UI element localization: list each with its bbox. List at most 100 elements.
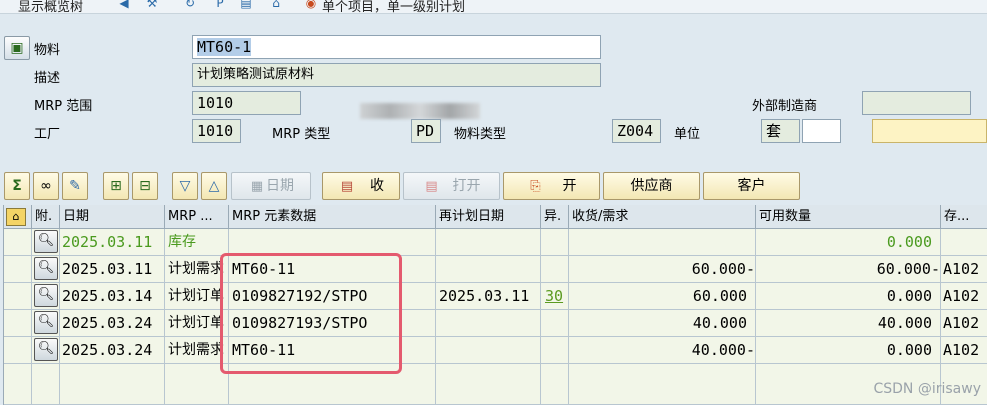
table-row[interactable]: 🔍︎ 2025.03.11 库存 0.000 <box>4 229 987 256</box>
tools-icon[interactable]: ⚒ <box>144 0 160 10</box>
row-available: 0.000 <box>756 283 941 310</box>
column-header-exception[interactable]: 异. <box>541 205 569 229</box>
mrp-area-field: 1010 <box>192 91 301 115</box>
show-overview-tree-button[interactable]: 显示概览树 <box>18 0 83 15</box>
column-header-storage[interactable]: 存... <box>941 205 987 229</box>
row-storage <box>941 229 987 256</box>
date-button[interactable]: ▦ 日期 <box>231 172 311 200</box>
collapse-hierarchy-button[interactable]: ⊟ <box>132 172 158 200</box>
refresh-icon[interactable]: ↻ <box>182 0 198 10</box>
pencil-icon: ✎ <box>69 178 81 194</box>
column-header-receipt-requirement[interactable]: 收货/需求 <box>569 205 756 229</box>
row-available: 40.000 <box>756 310 941 337</box>
planning-run-icon[interactable]: ◉ <box>303 0 319 10</box>
planning-icon[interactable]: P <box>212 0 228 10</box>
grid-header: ⌂ 附. 日期 MRP ... MRP 元素数据 再计划日期 异. 收货/需求 … <box>4 205 987 229</box>
row-reschedule-date <box>436 256 541 283</box>
home-icon[interactable]: ⌂ <box>268 0 284 10</box>
sum-button[interactable]: Σ <box>4 172 30 200</box>
row-available: 0.000 <box>756 337 941 364</box>
document-icon[interactable]: ▤ <box>238 0 254 10</box>
material-type-label: 物料类型 <box>454 127 507 142</box>
supplier-button[interactable]: 供应商 <box>603 172 700 200</box>
column-header-attachment[interactable]: 附. <box>32 205 60 229</box>
row-mrp-element: 计划需求 <box>165 256 229 283</box>
row-qty <box>569 229 756 256</box>
watermark: CSDN @irisawy <box>873 381 981 397</box>
calendar-icon: ▦ <box>250 179 264 194</box>
row-qty: 40.000- <box>569 337 756 364</box>
row-element-data <box>229 229 436 256</box>
filter-up-icon: △ <box>208 178 220 194</box>
row-date: 2025.03.24 <box>60 310 165 337</box>
unit-extra-field[interactable] <box>802 119 841 143</box>
plant-label: 工厂 <box>34 127 61 142</box>
material-header-toggle-button[interactable]: ▣ <box>4 36 30 60</box>
table-row[interactable]: 🔍︎ 2025.03.24 计划订单 0109827193/STPO 40.00… <box>4 310 987 337</box>
row-exception <box>541 229 569 256</box>
application-toolbar: 显示概览树 ◀ ⚒ ↻ P ▤ ⌂ ◉ 单个项目，单一级别计划 <box>0 0 987 15</box>
row-qty: 60.000- <box>569 256 756 283</box>
row-date: 2025.03.24 <box>60 337 165 364</box>
empty-row <box>4 364 987 405</box>
table-row[interactable]: 🔍︎ 2025.03.11 计划需求 MT60-11 60.000- 60.00… <box>4 256 987 283</box>
sigma-icon: Σ <box>12 178 22 194</box>
row-date: 2025.03.11 <box>60 256 165 283</box>
column-header-select[interactable]: ⌂ <box>4 205 32 229</box>
row-storage: A102 <box>941 337 987 364</box>
row-element-data: 0109827193/STPO <box>229 310 436 337</box>
column-header-mrp[interactable]: MRP ... <box>165 205 229 229</box>
open-button[interactable]: ▤ 打开 <box>403 172 500 200</box>
column-header-available-qty[interactable]: 可用数量 <box>756 205 941 229</box>
filter-up-button[interactable]: △ <box>201 172 227 200</box>
hierarchy-icon: ⊞ <box>110 178 122 194</box>
row-date: 2025.03.11 <box>60 229 165 256</box>
material-type-field: Z004 <box>612 119 661 143</box>
row-reschedule-date <box>436 337 541 364</box>
row-reschedule-date <box>436 229 541 256</box>
row-date: 2025.03.14 <box>60 283 165 310</box>
expand-hierarchy-button[interactable]: ⊞ <box>103 172 129 200</box>
row-storage: A102 <box>941 310 987 337</box>
row-element-data: MT60-11 <box>229 256 436 283</box>
material-label: 物料 <box>34 43 61 58</box>
row-storage: A102 <box>941 283 987 310</box>
row-available: 0.000 <box>756 229 941 256</box>
folder-icon: ▣ <box>10 40 24 56</box>
external-manufacturer-field <box>862 91 971 115</box>
column-header-reschedule-date[interactable]: 再计划日期 <box>436 205 541 229</box>
filter-down-button[interactable]: ▽ <box>172 172 198 200</box>
row-exception <box>541 337 569 364</box>
display-button[interactable]: ∞ <box>33 172 59 200</box>
row-mrp-element: 计划订单 <box>165 283 229 310</box>
row-mrp-element: 计划需求 <box>165 337 229 364</box>
row-qty: 40.000 <box>569 310 756 337</box>
exception-link[interactable]: 30 <box>545 287 563 305</box>
row-reschedule-date: 2025.03.11 <box>436 283 541 310</box>
back-icon[interactable]: ◀ <box>116 0 132 10</box>
hierarchy-collapse-icon: ⊟ <box>139 178 151 194</box>
header-status-field <box>872 119 987 143</box>
description-field: 计划策略测试原材料 <box>192 63 601 87</box>
grid-toolbar: Σ ∞ ✎ ⊞ ⊟ ▽ △ ▦ 日期 ▤ 收 ▤ 打开 ⎘ 开 供应商 客户 <box>0 172 987 202</box>
table-row[interactable]: 🔍︎ 2025.03.24 计划需求 MT60-11 40.000- 0.000… <box>4 337 987 364</box>
mrp-type-field: PD <box>411 119 441 143</box>
edit-button[interactable]: ✎ <box>62 172 88 200</box>
open-order-button[interactable]: ⎘ 开 <box>503 172 600 200</box>
table-row[interactable]: 🔍︎ 2025.03.14 计划订单 0109827192/STPO 2025.… <box>4 283 987 310</box>
mrp-area-label: MRP 范围 <box>34 99 93 114</box>
row-exception <box>541 256 569 283</box>
row-element-data: MT60-11 <box>229 337 436 364</box>
row-exception: 30 <box>541 283 569 310</box>
single-item-planning-button[interactable]: 单个项目，单一级别计划 <box>322 0 465 15</box>
open-doc-icon: ▤ <box>425 179 438 194</box>
unit-label: 单位 <box>674 127 701 142</box>
material-input[interactable]: MT60-1 <box>192 35 601 59</box>
plant-field: 1010 <box>192 119 241 143</box>
column-header-date[interactable]: 日期 <box>60 205 165 229</box>
row-mrp-element: 计划订单 <box>165 310 229 337</box>
row-mrp-element: 库存 <box>165 229 229 256</box>
column-header-element-data[interactable]: MRP 元素数据 <box>229 205 436 229</box>
receipt-button[interactable]: ▤ 收 <box>322 172 400 200</box>
customer-button[interactable]: 客户 <box>703 172 800 200</box>
